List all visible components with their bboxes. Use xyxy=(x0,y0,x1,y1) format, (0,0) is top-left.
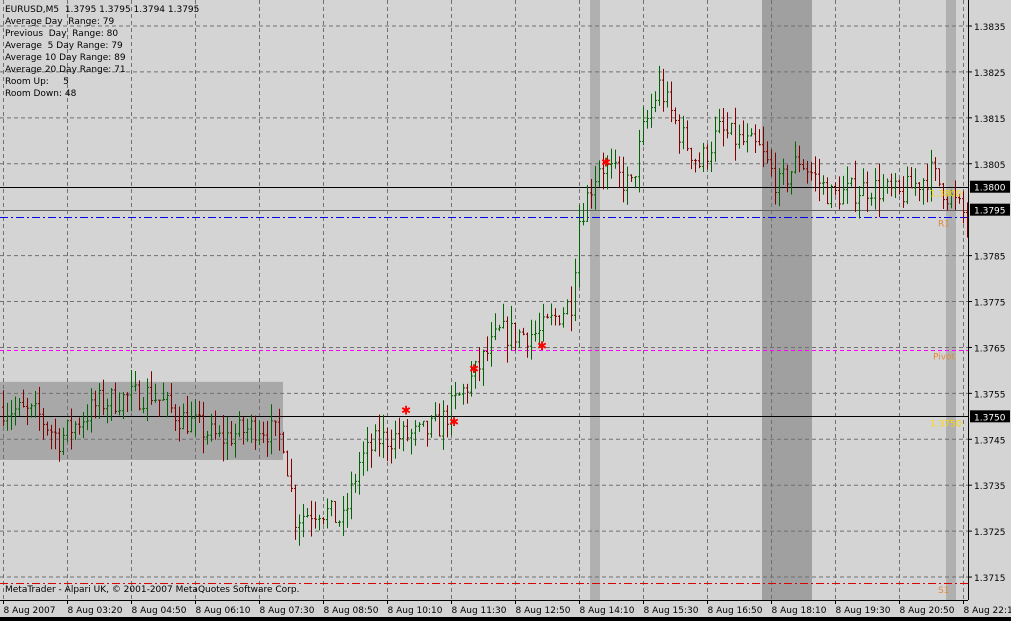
signal-star-icon: ✱ xyxy=(449,415,459,429)
copyright: MetaTrader - Alpari UK, © 2001-2007 Meta… xyxy=(5,585,300,595)
time-label: 8 Aug 18:10 xyxy=(772,606,827,616)
stat-room-up: Room Up: 5 xyxy=(5,77,69,87)
session-band xyxy=(762,0,812,600)
time-label: 8 Aug 11:30 xyxy=(452,606,507,616)
price-label: 1.3715 xyxy=(974,574,1006,584)
session-band xyxy=(590,0,600,600)
time-label: 8 Aug 12:50 xyxy=(516,606,571,616)
price-label: 1.3825 xyxy=(974,69,1006,79)
time-label: 8 Aug 03:20 xyxy=(68,606,123,616)
level-label-1.3800: 1.3800 xyxy=(930,190,962,200)
time-label: 8 Aug 08:50 xyxy=(324,606,379,616)
price-label: 1.3835 xyxy=(974,23,1006,33)
price-label: 1.3735 xyxy=(974,482,1006,492)
signal-star-icon: ✱ xyxy=(469,362,479,376)
price-label: 1.3765 xyxy=(974,344,1006,354)
stat-avg20-range: Average 20 Day Range: 71 xyxy=(5,65,126,75)
time-label: 8 Aug 20:50 xyxy=(900,606,955,616)
time-label: 8 Aug 19:30 xyxy=(836,606,891,616)
price-label: 1.3785 xyxy=(974,253,1006,263)
level-label-1.3750: 1.3750 xyxy=(930,419,962,429)
price-label: 1.3775 xyxy=(974,299,1006,309)
session-band xyxy=(946,0,956,600)
time-label: 8 Aug 10:10 xyxy=(388,606,443,616)
plot-background xyxy=(0,0,968,600)
price-label: 1.3725 xyxy=(974,528,1006,538)
stat-room-down: Room Down: 48 xyxy=(5,89,77,99)
price-label: 1.3805 xyxy=(974,161,1006,171)
time-label: 8 Aug 16:50 xyxy=(708,606,763,616)
signal-star-icon: ✱ xyxy=(601,155,611,169)
stat-avg-day-range: Average Day Range: 79 xyxy=(5,17,115,27)
signal-star-icon: ✱ xyxy=(401,403,411,417)
price-label: 1.3755 xyxy=(974,390,1006,400)
price-label: 1.3745 xyxy=(974,436,1006,446)
stat-prev-day-range: Previous Day Range: 80 xyxy=(5,29,119,39)
time-label: 8 Aug 07:30 xyxy=(260,606,315,616)
level-label-s1: S1 xyxy=(938,586,949,596)
symbol-quote: EURUSD,M5 1.3795 1.3795 1.3794 1.3795 xyxy=(5,5,200,15)
time-label: 8 Aug 15:30 xyxy=(644,606,699,616)
signal-star-icon: ✱ xyxy=(537,339,547,353)
stat-avg5-range: Average 5 Day Range: 79 xyxy=(5,41,123,51)
price-label-highlighted: 1.3795 xyxy=(974,207,1006,217)
time-label: 8 Aug 2007 xyxy=(4,606,56,616)
time-label: 8 Aug 04:50 xyxy=(132,606,187,616)
stat-avg10-range: Average 10 Day Range: 89 xyxy=(5,53,126,63)
level-label-r1: R1 xyxy=(938,220,950,230)
time-label: 8 Aug 06:10 xyxy=(196,606,251,616)
level-label-pivot: Pivot xyxy=(933,353,956,363)
price-label-highlighted: 1.3750 xyxy=(974,413,1006,423)
bottom-border xyxy=(0,617,1011,621)
time-label: 8 Aug 14:10 xyxy=(580,606,635,616)
price-chart[interactable]: ✱ ✱ ✱ ✱ ✱ R1 Pivot S1 1.3800 1.3750 1.3835 1.3825 1.… xyxy=(0,0,1011,621)
price-label: 1.3815 xyxy=(974,115,1006,125)
time-label: 8 Aug 22:10 xyxy=(964,606,1011,616)
price-label-highlighted: 1.3800 xyxy=(974,184,1006,194)
